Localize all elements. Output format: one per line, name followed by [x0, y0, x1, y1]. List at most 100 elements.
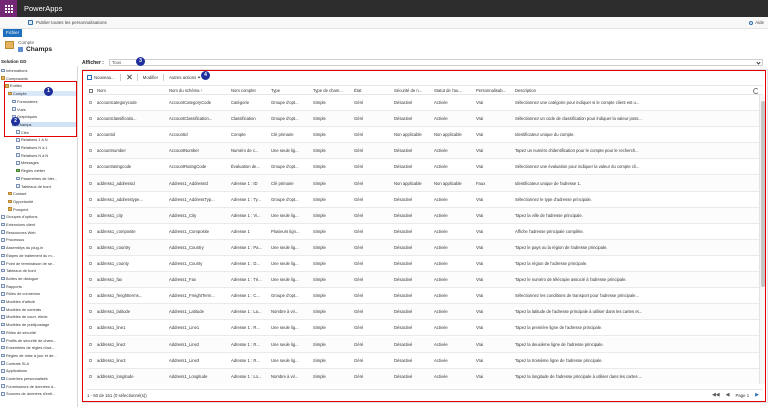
publish-label: Publier toutes les personnalisations — [36, 20, 107, 25]
annotation-marker-3: 3 — [136, 57, 145, 66]
sidebar-item[interactable]: Rôles de sécurité — [1, 330, 77, 335]
sidebar-item-label: Relations 1 à N — [21, 137, 48, 143]
sidebar-item-label: Modèles de contrats — [6, 306, 42, 312]
publish-icon — [28, 20, 33, 25]
process-icon — [1, 238, 5, 242]
app-launcher[interactable] — [0, 0, 17, 17]
message-icon — [16, 161, 20, 165]
sidebar-item[interactable]: Contrats SLA — [1, 361, 77, 366]
extension-icon — [1, 222, 5, 227]
sidebar-item-label: Rôles de connexion — [6, 291, 41, 297]
sidebar-item-label: Messages — [21, 160, 39, 166]
file-row: Fichier — [0, 29, 768, 37]
sidebar-item[interactable]: Tableaux de bord — [1, 268, 77, 273]
sidebar-item-label: Règles métier — [21, 168, 46, 174]
sidebar-item[interactable]: Assemblys du plug-in — [1, 245, 77, 250]
sidebar-item[interactable]: Fournisseurs de données d... — [1, 384, 77, 389]
sidebar-item[interactable]: Opportunité — [8, 199, 77, 204]
sidebar-item[interactable]: Modèles de publipostage — [1, 322, 77, 327]
sidebar-item[interactable]: Point de terminaison de se... — [1, 261, 77, 266]
sidebar-item[interactable]: Boîtes de dialogue — [1, 276, 77, 281]
sidebar-item-label: Tableaux de bord — [6, 268, 36, 274]
sidebar-item-label: Ensembles de règles d'act... — [6, 345, 55, 351]
view-toolbar: Afficher : Tous — [82, 56, 768, 69]
sidebar-item-label: Paramètres de hiér... — [21, 175, 58, 181]
sidebar-item[interactable]: Composants — [1, 76, 77, 81]
sidebar-item-label: Relations N à 1 — [21, 145, 48, 150]
relation-icon — [16, 153, 20, 157]
sidebar-item[interactable]: Rôles de connexion — [1, 291, 77, 296]
field-icon — [18, 47, 23, 52]
sidebar-item[interactable]: Contact — [8, 191, 77, 196]
sidebar-item-label: Prospect — [13, 206, 29, 212]
chevron-down-icon — [756, 59, 761, 65]
sidebar-item-label: Contact — [13, 191, 27, 197]
sidebar-item[interactable]: Sources de données d'enti... — [1, 391, 77, 396]
annotation-box-grid — [82, 70, 766, 402]
relation-icon — [16, 145, 20, 150]
sidebar-item[interactable]: Profils de sécurité de cham... — [1, 338, 77, 343]
sidebar-item[interactable]: Règles de mise à jour et de... — [1, 353, 77, 358]
sidebar-item-label: Rapports — [6, 283, 22, 289]
page-title-wrap: Champs — [18, 46, 52, 53]
sidebar-item[interactable]: Ressources Web — [1, 230, 77, 235]
security-icon — [1, 330, 5, 335]
app-topbar: PowerApps — [0, 0, 768, 17]
source-icon — [1, 392, 5, 396]
sidebar-item[interactable]: Rapports — [1, 284, 77, 289]
annotation-marker-4: 4 — [201, 71, 210, 80]
sidebar-item[interactable]: Prospect — [8, 207, 77, 212]
sidebar-item-label: Fournisseurs de données d... — [6, 383, 57, 389]
page-title: Champs — [26, 46, 53, 53]
sidebar-item[interactable]: Messages — [16, 160, 77, 165]
sidebar-item[interactable]: Relations N à 1 — [16, 145, 77, 150]
file-button[interactable]: Fichier — [3, 29, 22, 37]
sidebar-item[interactable]: Processus — [1, 237, 77, 242]
annotation-marker-2: 2 — [11, 117, 20, 126]
sidebar-item-label: Ressources Web — [6, 229, 36, 235]
sidebar-item-label: Applications — [6, 368, 27, 374]
settings-icon — [16, 176, 20, 181]
sidebar-item[interactable]: Groupes d'options — [1, 214, 77, 219]
sidebar-item[interactable]: Paramètres de hiér... — [16, 176, 77, 181]
endpoint-icon — [1, 261, 5, 265]
sidebar-item[interactable]: Tableaux de bord — [16, 184, 77, 189]
entity-header: Compte Champs — [0, 37, 768, 57]
sidebar-item-label: Tableaux de bord — [21, 183, 51, 189]
waffle-icon — [4, 4, 13, 13]
folder-icon — [8, 199, 12, 204]
sidebar-item[interactable]: Contrôles personnalisés — [1, 376, 77, 381]
sidebar-item[interactable]: Extensions client — [1, 222, 77, 227]
sidebar-item-label: Point de terminaison de se... — [6, 260, 56, 266]
info-icon — [1, 68, 5, 73]
dialog-icon — [1, 276, 5, 281]
help-label: Aide — [755, 20, 764, 25]
security-icon — [1, 338, 5, 342]
folder-icon — [8, 191, 12, 196]
entity-folder-icon — [5, 41, 14, 49]
sidebar-item[interactable]: Relations 1 à N — [16, 137, 77, 142]
sidebar-item[interactable]: Relations N à N — [16, 153, 77, 158]
sidebar-item[interactable]: Ensembles de règles d'act... — [1, 345, 77, 350]
sidebar-item-label: Processus — [6, 237, 25, 243]
sidebar-item[interactable]: Applications — [1, 368, 77, 373]
sidebar-item[interactable]: Étapes de traitement du m... — [1, 253, 77, 258]
step-icon — [1, 253, 5, 258]
entity-name: Compte — [18, 40, 35, 45]
view-selector-value: Tous — [111, 60, 122, 65]
sidebar-item[interactable]: Modèles de contrats — [1, 307, 77, 312]
sidebar-item-label: Extensions client — [6, 222, 36, 227]
sidebar-item[interactable]: Modèles de courr. électr. — [1, 314, 77, 319]
publish-all-button[interactable]: Publier toutes les personnalisations — [28, 20, 107, 25]
sidebar-item[interactable]: Informations — [1, 68, 77, 73]
dashboard-icon — [16, 184, 20, 188]
sidebar-item-label: Profils de sécurité de cham... — [6, 337, 57, 343]
view-selector[interactable]: Tous — [108, 59, 763, 66]
annotation-marker-1: 1 — [44, 87, 53, 96]
sidebar-item[interactable]: Règles métier — [16, 168, 77, 173]
sidebar-item[interactable]: Modèles d'article — [1, 299, 77, 304]
sidebar-item-label: Boîtes de dialogue — [6, 275, 39, 281]
template-icon — [1, 307, 5, 311]
sidebar-item-label: Règles de mise à jour et de... — [6, 352, 57, 358]
help-button[interactable]: Aide — [749, 20, 764, 25]
